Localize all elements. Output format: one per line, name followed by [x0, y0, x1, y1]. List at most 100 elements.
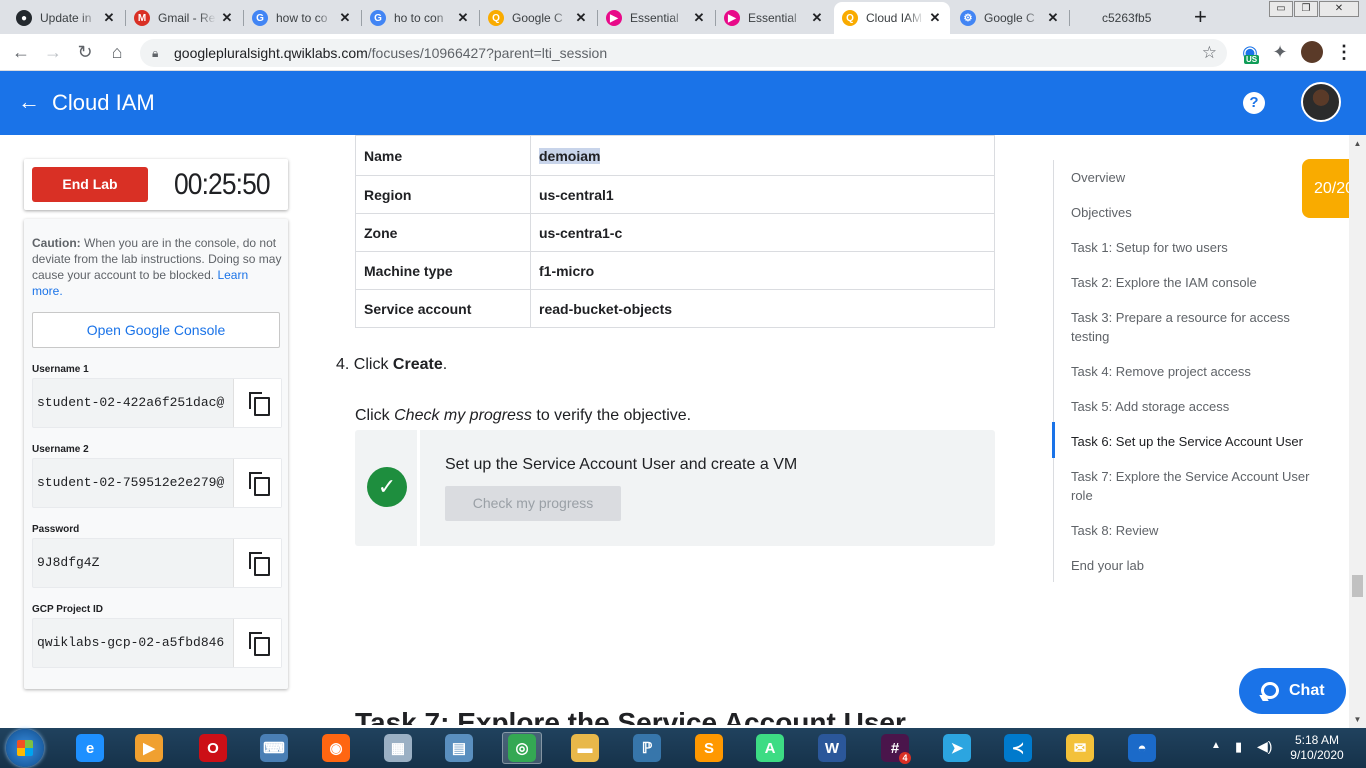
check-progress-button[interactable]: Check my progress	[445, 486, 621, 521]
browser-tab[interactable]: M Gmail - Re ✕	[126, 2, 242, 34]
credential-value[interactable]: qwiklabs-gcp-02-a5fbd846	[37, 619, 233, 667]
taskbar-app[interactable]: A	[750, 732, 790, 764]
browser-tab[interactable]: Gho to con ✕	[362, 2, 478, 34]
toc-item[interactable]: Task 2: Explore the IAM console	[1071, 273, 1326, 292]
close-tab-icon[interactable]: ✕	[928, 10, 942, 26]
scroll-up-icon[interactable]: ▲	[1349, 135, 1366, 152]
calculator-icon: ▦	[384, 734, 412, 762]
close-tab-icon[interactable]: ✕	[102, 10, 116, 26]
tab-title: Gmail - Re	[158, 11, 216, 25]
close-tab-icon[interactable]: ✕	[692, 10, 706, 26]
bookmark-star-icon[interactable]: ☆	[1202, 39, 1217, 67]
taskbar-app[interactable]: ▤	[439, 732, 479, 764]
close-tab-icon[interactable]: ✕	[456, 10, 470, 26]
browser-tab[interactable]: Q Google C ✕	[480, 2, 596, 34]
toc-item[interactable]: Objectives	[1071, 203, 1326, 222]
browser-tab[interactable]: Q Cloud IAM ✕	[834, 2, 950, 34]
taskbar-app[interactable]: #4	[875, 732, 915, 764]
scroll-down-icon[interactable]: ▼	[1349, 711, 1366, 728]
copy-icon	[248, 632, 270, 656]
toc-item[interactable]: Task 1: Setup for two users	[1071, 238, 1326, 257]
user-avatar[interactable]	[1301, 82, 1341, 122]
setting-value: us-centra1-c	[539, 224, 623, 241]
credential-value[interactable]: student-02-422a6f251dac@	[37, 379, 233, 427]
taskbar-app[interactable]: ◎	[502, 732, 542, 764]
home-icon[interactable]: ⌂	[106, 41, 128, 63]
system-clock[interactable]: 5:18 AM 9/10/2020	[1282, 733, 1352, 763]
browser-tab[interactable]: ● Update in ✕	[8, 2, 124, 34]
toc-item[interactable]: Task 5: Add storage access	[1071, 397, 1326, 416]
google-icon: G	[252, 10, 268, 26]
copy-button[interactable]	[233, 459, 281, 507]
help-icon[interactable]: ?	[1243, 92, 1265, 114]
word-icon: W	[818, 734, 846, 762]
scroll-thumb[interactable]	[1352, 575, 1363, 597]
sublime-text-icon: S	[695, 734, 723, 762]
chat-button[interactable]: Chat	[1239, 668, 1346, 714]
taskbar-app[interactable]: ◉	[316, 732, 356, 764]
page-scrollbar[interactable]: ▲ ▼	[1349, 135, 1366, 728]
toc-item[interactable]: Task 6: Set up the Service Account User	[1071, 432, 1326, 451]
close-tab-icon[interactable]: ✕	[1046, 10, 1060, 26]
taskbar-app[interactable]: ⌨	[254, 732, 294, 764]
end-lab-button[interactable]: End Lab	[32, 167, 148, 202]
setting-name: Machine type	[355, 251, 531, 290]
taskbar-app[interactable]: ➤	[937, 732, 977, 764]
open-console-button[interactable]: Open Google Console	[32, 312, 280, 348]
copy-button[interactable]	[233, 539, 281, 587]
close-tab-icon[interactable]: ✕	[574, 10, 588, 26]
taskbar-app[interactable]: S	[689, 732, 729, 764]
battery-icon[interactable]: ▮	[1235, 739, 1242, 755]
copy-button[interactable]	[233, 379, 281, 427]
taskbar-app[interactable]: e	[70, 732, 110, 764]
back-nav-icon[interactable]: ←	[10, 41, 32, 63]
taskbar-app[interactable]: ◓	[1122, 732, 1162, 764]
close-tab-icon[interactable]: ✕	[220, 10, 234, 26]
copy-button[interactable]	[233, 619, 281, 667]
restore-button[interactable]: ❐	[1294, 1, 1318, 17]
browser-menu-icon[interactable]: ⋮	[1333, 41, 1355, 63]
close-window-button[interactable]: ✕	[1319, 1, 1359, 17]
credential-value[interactable]: 9J8dfg4Z	[37, 539, 233, 587]
browser-tab[interactable]: c5263fb5	[1070, 2, 1186, 34]
browser-tab[interactable]: ▶ Essential ✕	[598, 2, 714, 34]
tab-separator	[597, 10, 598, 26]
close-tab-icon[interactable]: ✕	[810, 10, 824, 26]
table-row: Service account read-bucket-objects	[355, 289, 995, 328]
reload-icon[interactable]: ↻	[74, 41, 96, 63]
tray-expand-icon[interactable]: ▲	[1211, 740, 1221, 751]
taskbar-app[interactable]: ▶	[129, 732, 169, 764]
taskbar-app[interactable]: ▦	[378, 732, 418, 764]
taskbar-app[interactable]: ✉	[1060, 732, 1100, 764]
start-button[interactable]	[6, 729, 44, 767]
tab-separator	[125, 10, 126, 26]
taskbar-app[interactable]: ≺	[998, 732, 1038, 764]
toc-item[interactable]: Task 3: Prepare a resource for access te…	[1071, 308, 1326, 346]
browser-tab[interactable]: ▶ Essential ✕	[716, 2, 832, 34]
credential-value[interactable]: student-02-759512e2e279@	[37, 459, 233, 507]
lab-instructions: Name demoiam Region us-central1 Zone us-centr…	[330, 135, 1030, 725]
url-input[interactable]: 🔒︎ googlepluralsight.qwiklabs.com/focuse…	[140, 39, 1227, 67]
minimize-button[interactable]: ▭	[1269, 1, 1293, 17]
taskbar-app[interactable]: ℙ	[627, 732, 667, 764]
browser-profile-avatar[interactable]	[1301, 41, 1323, 63]
toc-item[interactable]: End your lab	[1071, 556, 1326, 575]
taskbar-app[interactable]: ▬	[565, 732, 605, 764]
extensions-puzzle-icon[interactable]: ✦	[1269, 41, 1291, 63]
toc-item[interactable]: Task 7: Explore the Service Account User…	[1071, 467, 1326, 505]
new-tab-button[interactable]: +	[1194, 5, 1207, 29]
toc-item[interactable]: Task 4: Remove project access	[1071, 362, 1326, 381]
credential-label: Username 2	[32, 444, 89, 455]
back-arrow-icon[interactable]: ←	[18, 89, 40, 115]
copy-icon	[248, 472, 270, 496]
volume-icon[interactable]: ◀)	[1257, 738, 1272, 755]
toc-item[interactable]: Task 8: Review	[1071, 521, 1326, 540]
toc-item[interactable]: Overview	[1071, 168, 1326, 187]
taskbar-app[interactable]: W	[812, 732, 852, 764]
browser-tab[interactable]: ⚙ Google C ✕	[952, 2, 1068, 34]
close-tab-icon[interactable]: ✕	[338, 10, 352, 26]
setting-value: read-bucket-objects	[539, 300, 673, 317]
forward-nav-icon[interactable]: →	[42, 41, 64, 63]
browser-tab[interactable]: Ghow to co ✕	[244, 2, 360, 34]
taskbar-app[interactable]: O	[193, 732, 233, 764]
